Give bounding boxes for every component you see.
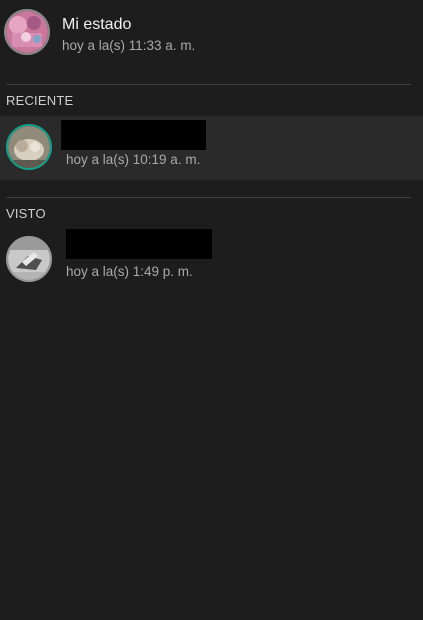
contact-avatar[interactable] (6, 124, 52, 170)
my-status-avatar[interactable] (4, 9, 50, 55)
status-time: hoy a la(s) 10:19 a. m. (66, 152, 201, 167)
section-label-seen: VISTO (6, 206, 46, 221)
status-time: hoy a la(s) 1:49 p. m. (66, 264, 193, 279)
my-status-time: hoy a la(s) 11:33 a. m. (62, 38, 196, 53)
section-label-recent: RECIENTE (6, 93, 74, 108)
status-item-seen[interactable]: hoy a la(s) 1:49 p. m. (0, 228, 423, 292)
redacted-contact-name (61, 120, 206, 150)
status-list-panel: Mi estado hoy a la(s) 11:33 a. m. RECIEN… (0, 0, 423, 620)
divider (6, 197, 411, 198)
divider (6, 84, 411, 85)
my-status-title: Mi estado (62, 16, 132, 33)
redacted-contact-name (66, 229, 212, 259)
contact-avatar[interactable] (6, 236, 52, 282)
status-item-recent[interactable]: hoy a la(s) 10:19 a. m. (0, 116, 423, 180)
my-status-row[interactable]: Mi estado hoy a la(s) 11:33 a. m. (0, 0, 423, 70)
